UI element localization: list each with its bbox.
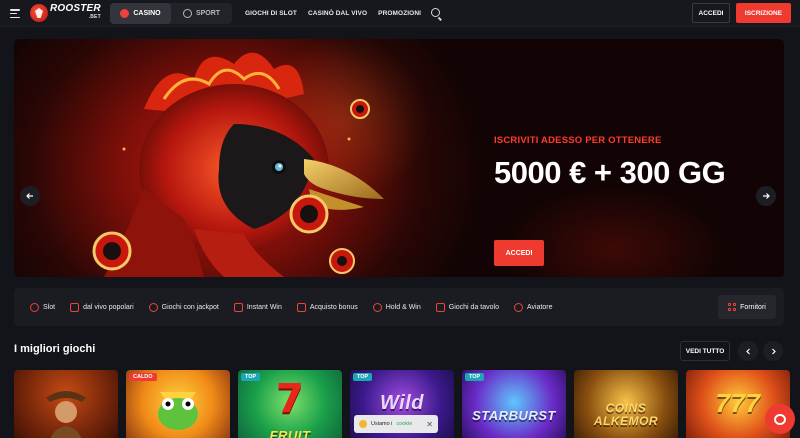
category-label: Instant Win (246, 303, 282, 311)
grid-icon (728, 303, 737, 311)
game-tile[interactable]: TOP STARBURST (462, 370, 566, 438)
providers-button[interactable]: Fornitori (718, 295, 776, 319)
seven-symbol-icon: 7 (276, 376, 304, 422)
search-icon[interactable] (431, 8, 440, 17)
arrow-left-icon (26, 193, 33, 199)
logo-subtext: .BET (88, 14, 101, 20)
close-icon[interactable]: ✕ (426, 420, 433, 429)
tab-casino[interactable]: CASINO (110, 3, 171, 24)
hero-title: 5000 € + 300 GG (494, 155, 726, 190)
chat-bubble-icon (774, 413, 786, 425)
providers-label: Fornitori (740, 303, 766, 311)
category-label: Aviatore (526, 303, 553, 311)
category-label: Slot (43, 303, 56, 311)
login-button[interactable]: ACCEDI (692, 3, 730, 23)
game-title: Wild (379, 392, 425, 414)
category-label: Acquisto bonus (309, 303, 358, 311)
rooster-illustration (92, 52, 384, 277)
see-all-button[interactable]: VEDI TUTTO (680, 341, 730, 361)
cookie-banner: Usiamo i cookie ✕ (354, 415, 438, 433)
category-label: Giochi da tavolo (448, 303, 499, 311)
chevron-left-icon (745, 348, 750, 354)
category-hold-win[interactable]: Hold & Win (372, 302, 421, 312)
nav-promotions[interactable]: PROMOZIONI (378, 10, 421, 17)
category-live-popular[interactable]: dal vivo popolari (70, 302, 134, 312)
cookie-text: Usiamo i (371, 421, 393, 427)
category-label: Hold & Win (385, 303, 421, 311)
game-tag-badge: TOP (353, 373, 373, 381)
arrow-right-icon (763, 193, 770, 199)
tab-sport[interactable]: SPORT (171, 3, 232, 24)
category-bar: Slot dal vivo popolari Giochi con jackpo… (14, 288, 784, 326)
signup-button[interactable]: ISCRIZIONE (736, 3, 791, 23)
frog-character-icon (158, 392, 198, 430)
section-title: I migliori giochi (14, 343, 96, 355)
tab-casino-label: CASINO (133, 10, 161, 17)
money-bag-icon (148, 302, 158, 312)
casino-chip-icon (350, 99, 370, 119)
category-label: Giochi con jackpot (161, 303, 219, 311)
coin-icon (372, 302, 382, 312)
category-instant-win[interactable]: Instant Win (233, 302, 282, 312)
menu-icon[interactable] (10, 9, 20, 18)
chevron-right-icon (771, 348, 776, 354)
rooster-logo-icon (30, 4, 48, 22)
plane-icon (513, 302, 523, 312)
nav-slot-games[interactable]: GIOCHI DI SLOT (245, 10, 297, 17)
game-title: FRUIT (269, 428, 311, 438)
category-jackpot[interactable]: Giochi con jackpot (148, 302, 219, 312)
category-table-games[interactable]: Giochi da tavolo (435, 302, 499, 312)
game-tile[interactable]: COINS ALKEMOR (574, 370, 678, 438)
hero-next-button[interactable] (756, 186, 776, 206)
hero-login-button[interactable]: ACCEDI (494, 240, 544, 266)
game-title: STARBURST (472, 408, 556, 423)
category-slot[interactable]: Slot (30, 302, 56, 312)
cookie-icon (359, 420, 367, 428)
product-switcher: CASINO SPORT (110, 3, 232, 24)
live-chat-button[interactable] (765, 404, 795, 434)
game-tag-badge: TOP (465, 373, 485, 381)
cookie-link[interactable]: cookie (396, 421, 412, 427)
cards-icon (435, 302, 445, 312)
main-nav: GIOCHI DI SLOT CASINÒ DAL VIVO PROMOZION… (245, 0, 421, 27)
hero-prev-button[interactable] (20, 186, 40, 206)
game-tag-badge: CALDO (129, 373, 157, 381)
category-bonus-buy[interactable]: Acquisto bonus (296, 302, 358, 312)
category-aviator[interactable]: Aviatore (513, 302, 553, 312)
tab-sport-label: SPORT (195, 10, 221, 17)
casino-icon (120, 9, 130, 18)
category-label: dal vivo popolari (83, 303, 134, 311)
hero-subtitle: ISCRIVITI ADESSO PER OTTENERE (494, 135, 662, 146)
soccer-ball-icon (182, 9, 192, 18)
nav-live-casino[interactable]: CASINÒ DAL VIVO (308, 10, 367, 17)
game-tile[interactable] (14, 370, 118, 438)
cherry-icon (30, 302, 39, 312)
dealer-icon (70, 302, 80, 312)
game-tag-badge: TOP (241, 373, 261, 381)
game-title: COINS ALKEMOR (593, 401, 659, 428)
hero-banner[interactable]: ISCRIVITI ADESSO PER OTTENERE 5000 € + 3… (14, 39, 784, 277)
top-header: ROOSTER .BET CASINO SPORT GIOCHI DI SLOT… (0, 0, 800, 27)
games-prev-button[interactable] (738, 341, 758, 361)
explorer-character-icon (46, 391, 86, 438)
logo[interactable]: ROOSTER .BET (30, 2, 101, 24)
rocket-icon (233, 302, 243, 312)
game-tile[interactable]: CALDO (126, 370, 230, 438)
game-tile[interactable]: TOP 7 FRUIT (238, 370, 342, 438)
games-next-button[interactable] (763, 341, 783, 361)
gift-icon (296, 302, 306, 312)
